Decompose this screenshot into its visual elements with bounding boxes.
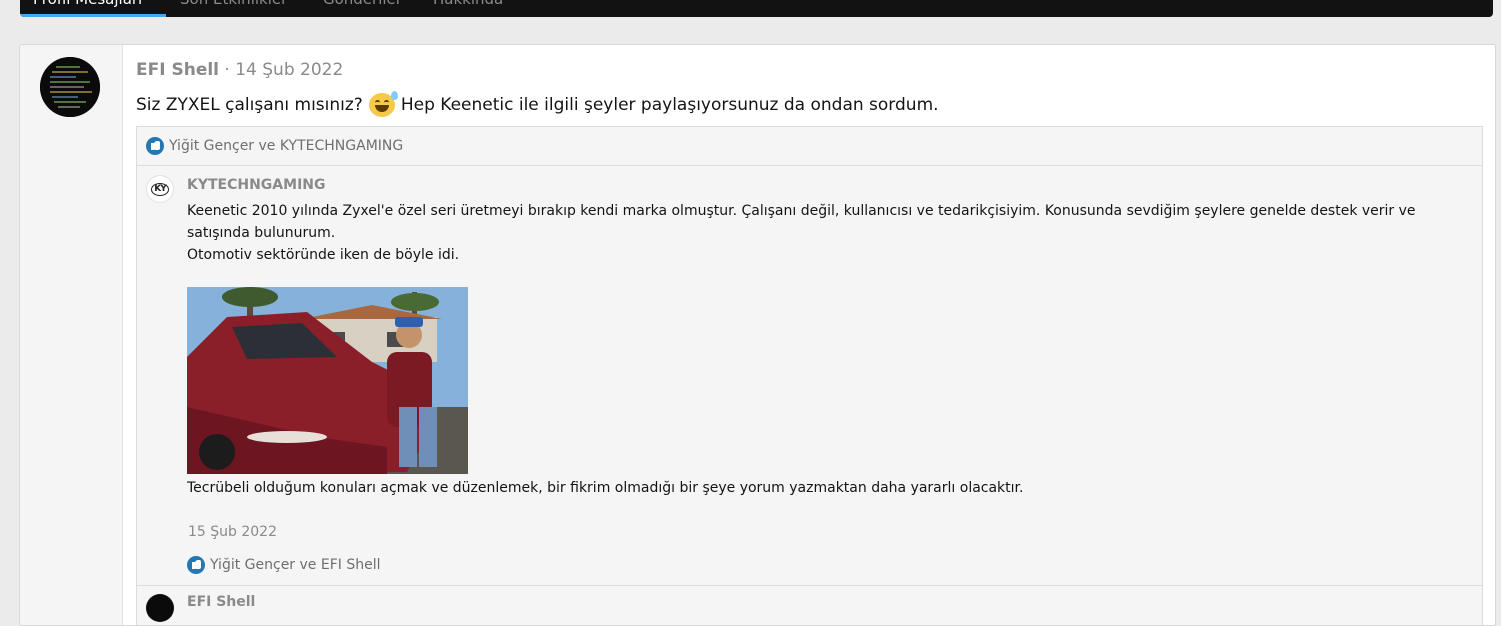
comment-avatar[interactable]: KY xyxy=(146,175,174,203)
post-reactions: Yiğit Gençer ve KYTECHNGAMING xyxy=(137,127,1482,166)
tab-recent-activity[interactable]: Son Etkinlikler xyxy=(180,0,287,17)
comment: KY KYTECHNGAMING Keenetic 2010 yılında Z… xyxy=(137,166,1482,586)
comment: EFI Shell xyxy=(137,585,1482,625)
comment-author[interactable]: EFI Shell xyxy=(187,594,255,610)
terminal-avatar-image xyxy=(40,57,100,117)
post-avatar-column xyxy=(20,45,123,625)
comments-section: Yiğit Gençer ve KYTECHNGAMING KY KYTECHN… xyxy=(136,126,1483,625)
comment-line-2: Otomotiv sektöründe iken de böyle idi. xyxy=(187,247,460,263)
comment-likes-text[interactable]: Yiğit Gençer ve EFI Shell xyxy=(210,557,381,573)
comment-avatar[interactable] xyxy=(146,594,174,622)
active-tab-indicator xyxy=(20,14,166,17)
post-date[interactable]: 14 Şub 2022 xyxy=(235,60,343,80)
post-message: Siz ZYXEL çalışanı mısınız? Hep Keenetic… xyxy=(136,91,939,117)
tab-about[interactable]: Hakkında xyxy=(433,0,503,17)
comment-attached-photo[interactable] xyxy=(187,287,468,474)
meta-separator: · xyxy=(224,60,230,80)
post-text-part1: Siz ZYXEL çalışanı mısınız? xyxy=(136,95,363,115)
profile-tab-bar: Profil Mesajları Son Etkinlikler Gönderi… xyxy=(20,0,1493,17)
like-icon xyxy=(187,556,205,574)
post-likes-text[interactable]: Yiğit Gençer ve KYTECHNGAMING xyxy=(169,138,403,154)
comment-date[interactable]: 15 Şub 2022 xyxy=(188,524,277,540)
post-author[interactable]: EFI Shell xyxy=(136,60,219,80)
avatar[interactable] xyxy=(40,57,100,117)
sweat-smile-emoji-icon xyxy=(368,91,398,117)
post-text-part2: Hep Keenetic ile ilgili şeyler paylaşıyo… xyxy=(400,95,939,115)
comment-after-image-text: Tecrübeli olduğum konuları açmak ve düze… xyxy=(187,480,1024,496)
post-header: EFI Shell · 14 Şub 2022 xyxy=(136,60,343,80)
like-icon xyxy=(146,137,164,155)
car-photo-image xyxy=(187,287,468,474)
comment-reactions: Yiğit Gençer ve EFI Shell xyxy=(187,556,381,574)
comment-body: Keenetic 2010 yılında Zyxel'e özel seri … xyxy=(187,200,1447,266)
kytech-logo-icon: KY xyxy=(151,182,169,196)
comment-author[interactable]: KYTECHNGAMING xyxy=(187,177,325,193)
tab-posts[interactable]: Gönderiler xyxy=(323,0,402,17)
profile-post: EFI Shell · 14 Şub 2022 Siz ZYXEL çalışa… xyxy=(19,44,1496,626)
comment-line-1: Keenetic 2010 yılında Zyxel'e özel seri … xyxy=(187,203,1416,241)
